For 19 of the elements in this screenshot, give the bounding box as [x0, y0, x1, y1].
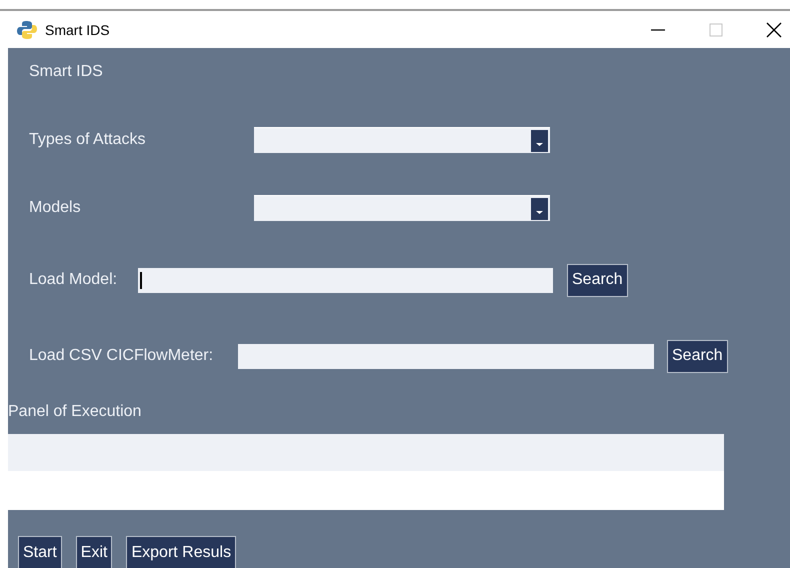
panel-label: Panel of Execution [8, 402, 142, 422]
field-label: Load CSV CICFlowMeter: [29, 347, 214, 365]
app-heading: Smart IDS [28, 62, 104, 82]
search-button[interactable]: Search [667, 340, 728, 372]
two-tone-logo-icon [17, 20, 37, 40]
action-button[interactable]: Start [18, 536, 62, 568]
text-field[interactable] [238, 344, 654, 368]
text-field[interactable] [138, 268, 553, 292]
field-label: Models [29, 199, 82, 217]
text-cursor [140, 272, 142, 288]
field-label: Types of Attacks [29, 131, 146, 149]
action-button[interactable]: Exit [76, 536, 112, 568]
dropdown-field[interactable] [254, 195, 550, 221]
close-icon[interactable] [766, 22, 782, 38]
window-title: Smart IDS [45, 22, 110, 38]
search-button[interactable]: Search [567, 264, 628, 296]
action-button[interactable]: Export Resuls [126, 536, 236, 568]
field-label: Load Model: [29, 271, 118, 289]
dropdown-field[interactable] [254, 127, 550, 153]
